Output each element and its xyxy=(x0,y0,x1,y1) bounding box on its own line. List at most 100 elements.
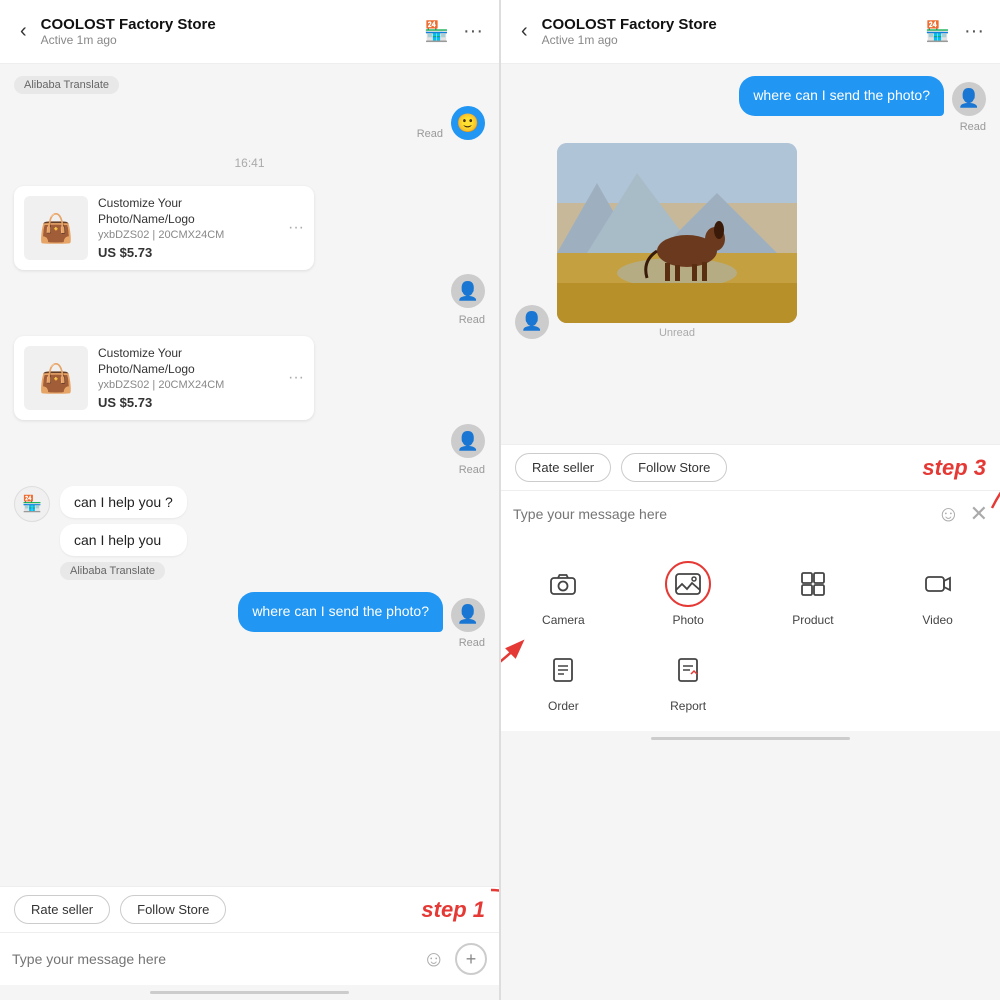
right-photo-label: Photo xyxy=(672,613,703,627)
left-bot-bubble-1: can I help you ? xyxy=(60,486,187,518)
left-plus-button[interactable]: + xyxy=(455,943,487,975)
left-bot-avatar: 🏪 xyxy=(14,486,50,522)
right-chat-area: 👤 where can I send the photo? Read 👤 xyxy=(501,64,1000,444)
left-store-status: Active 1m ago xyxy=(41,33,414,47)
left-product-info-2: Customize Your Photo/Name/Logo yxbDZS02 … xyxy=(98,346,278,410)
left-panel: ‹ COOLOST Factory Store Active 1m ago 🏪 … xyxy=(0,0,500,1000)
right-follow-store-btn[interactable]: Follow Store xyxy=(621,453,727,482)
photo-icon xyxy=(665,561,711,607)
right-horse-wrap: Unread xyxy=(557,143,797,339)
right-user-msg-wrap: 👤 where can I send the photo? Read xyxy=(515,76,986,133)
right-store-status: Active 1m ago xyxy=(542,33,915,47)
left-product-price-2: US $5.73 xyxy=(98,395,278,410)
right-input-bar: ☺ ✕ xyxy=(501,490,1000,537)
left-product-info-1: Customize Your Photo/Name/Logo yxbDZS02 … xyxy=(98,196,278,260)
right-step2-arrow xyxy=(500,633,541,693)
left-step1-label: step 1 xyxy=(421,897,485,923)
left-product-img-1: 👜 xyxy=(24,196,88,260)
left-product-more-2[interactable]: ··· xyxy=(288,369,304,387)
left-read-status-3: Read xyxy=(14,464,485,476)
product-icon xyxy=(790,561,836,607)
right-panel: ‹ COOLOST Factory Store Active 1m ago 🏪 … xyxy=(500,0,1000,1000)
left-user-bubble: where can I send the photo? xyxy=(238,592,443,632)
right-order-label: Order xyxy=(548,699,579,713)
left-product-card-1[interactable]: 👜 Customize Your Photo/Name/Logo yxbDZS0… xyxy=(14,186,314,270)
left-rate-seller-btn[interactable]: Rate seller xyxy=(14,895,110,924)
left-message-input[interactable] xyxy=(12,951,413,967)
left-input-bar: ☺ + xyxy=(0,932,499,985)
right-action-video[interactable]: Video xyxy=(875,551,1000,637)
right-horse-image xyxy=(557,143,797,323)
right-step3-wrap: step 3 xyxy=(922,453,986,482)
left-emoji-icon[interactable]: ☺ xyxy=(423,946,445,972)
left-chat-area: Alibaba Translate 🙂 Read 16:41 👜 Customi… xyxy=(0,64,499,886)
left-header: ‹ COOLOST Factory Store Active 1m ago 🏪 … xyxy=(0,0,499,64)
video-icon xyxy=(915,561,961,607)
left-action-buttons: Rate seller Follow Store step 1 xyxy=(0,886,499,932)
right-header: ‹ COOLOST Factory Store Active 1m ago 🏪 … xyxy=(501,0,1000,64)
left-user-msg-wrap: 👤 where can I send the photo? Read xyxy=(14,592,485,649)
left-product-price-1: US $5.73 xyxy=(98,245,278,260)
right-action-report[interactable]: Report xyxy=(626,637,751,723)
right-emoji-icon[interactable]: ☺ xyxy=(937,501,959,527)
right-horse-msg-row: 👤 xyxy=(515,143,986,339)
right-step3-label: step 3 xyxy=(922,455,986,481)
right-user-bubble: where can I send the photo? xyxy=(739,76,944,116)
left-header-icons: 🏪 ··· xyxy=(424,19,483,44)
left-avatar-1: 👤 xyxy=(451,274,485,308)
left-product-more-1[interactable]: ··· xyxy=(288,219,304,237)
right-header-info: COOLOST Factory Store Active 1m ago xyxy=(542,16,915,47)
right-step3-arrow xyxy=(982,448,1000,518)
left-back-button[interactable]: ‹ xyxy=(16,16,31,47)
left-emoji-msg-row: 🙂 Read xyxy=(14,106,485,140)
right-back-button[interactable]: ‹ xyxy=(517,16,532,47)
right-action-grid: Camera Photo Product xyxy=(501,537,1000,731)
left-time-1641: 16:41 xyxy=(14,156,485,170)
left-product-name-1: Customize Your Photo/Name/Logo xyxy=(98,196,278,227)
left-user-avatar-2: 👤 xyxy=(451,598,485,632)
right-video-label: Video xyxy=(922,613,952,627)
right-action-photo[interactable]: Photo xyxy=(626,551,751,637)
right-product-label: Product xyxy=(792,613,833,627)
right-more-icon[interactable]: ··· xyxy=(964,20,984,43)
left-product1-wrap: 👜 Customize Your Photo/Name/Logo yxbDZS0… xyxy=(14,186,485,326)
left-bot-bubble-2: can I help you xyxy=(60,524,187,556)
right-camera-label: Camera xyxy=(542,613,585,627)
left-step1-arrow xyxy=(481,885,500,945)
right-store-title: COOLOST Factory Store xyxy=(542,16,915,33)
report-icon xyxy=(665,647,711,693)
left-bot-translate: Alibaba Translate xyxy=(60,562,165,580)
left-product-sku-2: yxbDZS02 | 20CMX24CM xyxy=(98,379,278,391)
right-scrollbar xyxy=(651,737,851,740)
right-unread-label: Unread xyxy=(557,327,797,339)
left-user-msg-row: 👤 where can I send the photo? xyxy=(238,592,485,632)
right-message-input[interactable] xyxy=(513,506,927,522)
left-more-icon[interactable]: ··· xyxy=(463,20,483,43)
right-user-avatar: 👤 xyxy=(952,82,986,116)
order-icon xyxy=(540,647,586,693)
left-avatar-2: 👤 xyxy=(451,424,485,458)
left-user-avatar: 🙂 xyxy=(451,106,485,140)
right-report-label: Report xyxy=(670,699,706,713)
left-bot-msgs-wrap: 🏪 can I help you ? can I help you Alibab… xyxy=(14,486,485,582)
left-product-img-2: 👜 xyxy=(24,346,88,410)
left-bot-msgs: can I help you ? can I help you Alibaba … xyxy=(60,486,187,582)
right-action-buttons: Rate seller Follow Store step 3 xyxy=(501,444,1000,490)
right-read-status: Read xyxy=(960,121,986,133)
left-store-icon[interactable]: 🏪 xyxy=(424,19,449,44)
left-follow-store-btn[interactable]: Follow Store xyxy=(120,895,226,924)
right-action-product[interactable]: Product xyxy=(751,551,876,637)
left-step1-wrap: step 1 xyxy=(421,895,485,924)
left-product-name-2: Customize Your Photo/Name/Logo xyxy=(98,346,278,377)
left-read-status-4: Read xyxy=(459,637,485,649)
right-store-icon[interactable]: 🏪 xyxy=(925,19,950,44)
left-store-title: COOLOST Factory Store xyxy=(41,16,414,33)
left-scrollbar xyxy=(150,991,350,994)
left-product2-wrap: 👜 Customize Your Photo/Name/Logo yxbDZS0… xyxy=(14,336,485,476)
right-action-camera[interactable]: Camera xyxy=(501,551,626,637)
left-translate-badge: Alibaba Translate xyxy=(14,76,119,94)
left-product-card-2[interactable]: 👜 Customize Your Photo/Name/Logo yxbDZS0… xyxy=(14,336,314,420)
left-read-status-2: Read xyxy=(14,314,485,326)
right-rate-seller-btn[interactable]: Rate seller xyxy=(515,453,611,482)
right-bot-avatar: 👤 xyxy=(515,305,549,339)
